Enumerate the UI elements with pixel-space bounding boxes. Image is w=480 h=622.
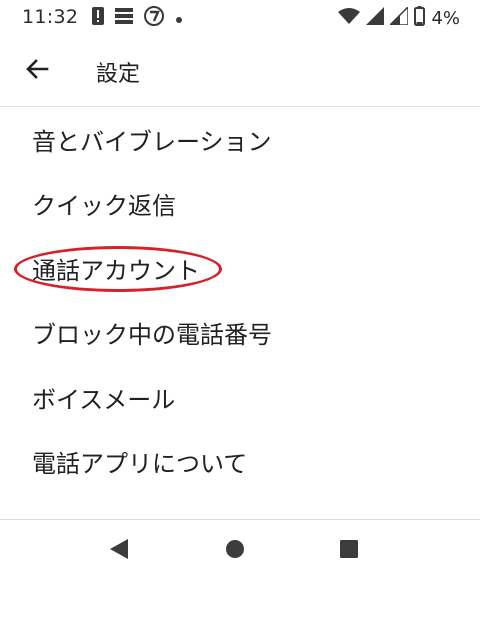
settings-item-sound-vibration[interactable]: 音とバイブレーション xyxy=(0,107,480,172)
app-bar: 設定 xyxy=(0,36,480,106)
recents-square-icon xyxy=(339,539,359,563)
settings-item-label: ボイスメール xyxy=(32,385,176,414)
battery-icon xyxy=(414,6,426,30)
settings-item-blocked-numbers[interactable]: ブロック中の電話番号 xyxy=(0,301,480,366)
alert-icon xyxy=(92,7,104,29)
back-triangle-icon xyxy=(109,538,129,564)
status-time: 11:32 xyxy=(22,6,79,28)
settings-item-label: ブロック中の電話番号 xyxy=(32,321,272,350)
settings-item-label: クイック返信 xyxy=(32,192,176,221)
seven-eleven-app-icon xyxy=(144,6,164,30)
nav-home-button[interactable] xyxy=(220,536,250,566)
wifi-icon xyxy=(338,7,361,29)
settings-item-voicemail[interactable]: ボイスメール xyxy=(0,365,480,430)
nav-recents-button[interactable] xyxy=(334,536,364,566)
settings-item-label: 通話アカウント xyxy=(32,256,200,285)
page-title: 設定 xyxy=(96,62,141,87)
arrow-back-icon xyxy=(25,57,49,85)
home-circle-icon xyxy=(225,539,245,563)
back-button[interactable] xyxy=(18,52,56,90)
settings-item-quick-responses[interactable]: クイック返信 xyxy=(0,172,480,237)
battery-percentage: 4% xyxy=(431,7,460,29)
storage-icon xyxy=(115,8,133,28)
settings-item-label: 音とバイブレーション xyxy=(32,127,272,156)
settings-list: 音とバイブレーション クイック返信 通話アカウント ブロック中の電話番号 ボイス… xyxy=(0,107,480,494)
settings-item-about-phone-app[interactable]: 電話アプリについて xyxy=(0,430,480,495)
status-system-icons: 4% xyxy=(338,5,460,30)
status-bar: 11:32 4% xyxy=(0,0,480,36)
navigation-bar xyxy=(0,520,480,582)
cellular-signal-icon xyxy=(366,7,385,29)
nav-back-button[interactable] xyxy=(104,536,134,566)
status-notification-icons xyxy=(92,6,183,30)
settings-item-calling-accounts[interactable]: 通話アカウント xyxy=(0,236,480,301)
settings-item-label: 電話アプリについて xyxy=(32,450,248,479)
dot-icon xyxy=(175,9,183,28)
cellular-signal-2-icon xyxy=(388,5,410,29)
